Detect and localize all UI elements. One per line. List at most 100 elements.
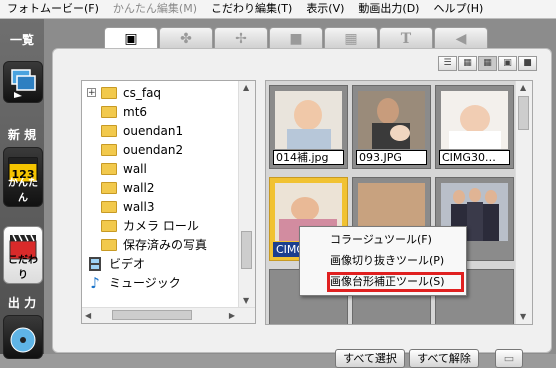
output-button[interactable]	[3, 315, 43, 359]
easy-mode-label: かんたん	[8, 178, 38, 204]
folder-icon	[101, 200, 117, 213]
menu-view[interactable]: 表示(V)	[299, 0, 351, 18]
tree-hscroll-thumb[interactable]	[112, 310, 192, 320]
tree-item-label: カメラ ロール	[123, 219, 199, 233]
grid-icon: ▦	[344, 30, 358, 47]
tree-item-ouendan2[interactable]: ouendan2	[101, 140, 183, 159]
tab-frame[interactable]: ▦	[324, 27, 378, 49]
tree-item-label: wall2	[123, 180, 155, 195]
folder-tree: + cs_faq mt6 ouendan1 ouendan2 wall wall…	[81, 80, 256, 324]
tree-item-ouendan1[interactable]: ouendan1	[101, 121, 183, 140]
baby-photo	[275, 91, 342, 149]
menu-photomovie[interactable]: フォトムービー(F)	[0, 0, 106, 18]
menu-custom-edit[interactable]: こだわり編集(T)	[204, 0, 299, 18]
tree-vertical-scrollbar[interactable]: ▲ ▼	[238, 81, 255, 323]
tree-scroll-thumb[interactable]	[241, 231, 252, 269]
camera-icon: ■	[289, 30, 303, 47]
thumbnail-label: 014補.jpg	[273, 150, 344, 165]
grid-vertical-scrollbar[interactable]: ▲ ▼	[515, 81, 532, 324]
photo-frame-icon: ▣	[124, 30, 138, 47]
medium-grid-view-button[interactable]: ▦	[478, 56, 497, 71]
menu-item-image-crop-tool[interactable]: 画像切り抜きツール(P)	[330, 251, 444, 271]
person-photo	[358, 91, 425, 149]
tree-item-label: ouendan2	[123, 142, 184, 157]
folder-icon	[101, 162, 117, 175]
tree-horizontal-scrollbar[interactable]: ◀ ▶	[82, 307, 255, 323]
tree-item-label: ouendan1	[123, 123, 184, 138]
custom-mode-button[interactable]: こだわり	[3, 226, 43, 284]
context-menu: コラージュツール(F) 画像切り抜きツール(P) 画像台形補正ツール(S)	[299, 226, 467, 296]
scroll-up-icon[interactable]: ▲	[243, 83, 249, 92]
menu-bar: フォトムービー(F) かんたん編集(M) こだわり編集(T) 表示(V) 動画出…	[0, 0, 556, 19]
tree-item-mt6[interactable]: mt6	[101, 102, 147, 121]
text-icon: T	[400, 30, 412, 47]
list-view-button[interactable]: ☰	[438, 56, 457, 71]
folder-icon	[101, 105, 117, 118]
disc-icon	[10, 327, 36, 353]
tree-item-cs-faq[interactable]: + cs_faq	[87, 83, 161, 102]
tree-item-label: wall	[123, 161, 147, 176]
tab-photo[interactable]: ▣	[104, 27, 158, 49]
thumbnail-item[interactable]: 014補.jpg	[269, 85, 348, 169]
tree-item-videos[interactable]: ビデオ	[87, 254, 145, 273]
tree-item-music[interactable]: ♪ ミュージック	[87, 273, 181, 292]
folder-icon	[101, 86, 117, 99]
small-grid-view-button[interactable]: ▦	[458, 56, 477, 71]
custom-mode-label: こだわり	[8, 255, 38, 281]
tree-item-camera-roll[interactable]: カメラ ロール	[101, 216, 199, 235]
menu-video-output[interactable]: 動画出力(D)	[351, 0, 426, 18]
scroll-down-icon[interactable]: ▼	[520, 312, 526, 321]
tree-item-saved-pictures[interactable]: 保存済みの写真	[101, 235, 207, 254]
tab-transition[interactable]: ✢	[214, 27, 268, 49]
folder-icon	[101, 238, 117, 251]
mode-sidebar: 一覧 新 規 123 かんたん こだわり 出 力	[0, 19, 44, 359]
menu-item-collage-tool[interactable]: コラージュツール(F)	[330, 230, 432, 250]
edit-tab-strip: ▣ ✤ ✢ ■ ▦ T ◀	[104, 27, 489, 49]
music-note-icon: ♪	[90, 273, 100, 292]
tree-item-label: 保存済みの写真	[123, 238, 208, 252]
new-label: 新 規	[7, 128, 37, 142]
menu-help[interactable]: ヘルプ(H)	[426, 0, 490, 18]
tab-effect[interactable]: ✤	[159, 27, 213, 49]
main-area: ▣ ✤ ✢ ■ ▦ T ◀ ☰ ▦ ▦ ▣ ■ + cs_faq mt6 oue…	[44, 19, 556, 368]
tree-item-wall[interactable]: wall	[101, 159, 147, 178]
scroll-right-icon[interactable]: ▶	[229, 311, 235, 320]
clover-icon: ✤	[180, 30, 192, 47]
xlarge-grid-view-button[interactable]: ■	[518, 56, 537, 71]
tab-sound[interactable]: ◀	[434, 27, 488, 49]
output-label: 出 力	[7, 296, 37, 310]
speaker-icon: ◀	[455, 30, 467, 47]
folder-icon	[101, 181, 117, 194]
tree-item-label: mt6	[123, 104, 148, 119]
select-all-button[interactable]: すべて選択	[335, 349, 405, 368]
video-icon	[89, 256, 101, 271]
sparkle-icon: ✢	[235, 30, 247, 47]
highlight-box	[327, 272, 464, 292]
scroll-down-icon[interactable]: ▼	[243, 296, 249, 305]
tree-item-label: cs_faq	[123, 85, 162, 100]
deselect-all-button[interactable]: すべて解除	[409, 349, 479, 368]
grid-scroll-thumb[interactable]	[518, 96, 529, 130]
tab-text[interactable]: T	[379, 27, 433, 49]
tree-item-wall3[interactable]: wall3	[101, 197, 154, 216]
easy-mode-button[interactable]: 123 かんたん	[3, 147, 43, 207]
view-mode-buttons: ☰ ▦ ▦ ▣ ■	[438, 56, 537, 71]
overview-button[interactable]	[3, 61, 43, 103]
scroll-left-icon[interactable]: ◀	[85, 311, 91, 320]
scroll-up-icon[interactable]: ▲	[520, 83, 526, 92]
tree-item-label: ミュージック	[109, 276, 181, 290]
tree-item-wall2[interactable]: wall2	[101, 178, 154, 197]
folder-icon	[101, 143, 117, 156]
preview-button[interactable]: ▭	[495, 349, 523, 368]
thumbnail-label: 093.JPG	[356, 150, 427, 165]
slideshow-icon	[11, 69, 36, 98]
folder-icon	[101, 124, 117, 137]
large-grid-view-button[interactable]: ▣	[498, 56, 517, 71]
thumbnail-item[interactable]: 093.JPG	[352, 85, 431, 169]
thumbnail-item[interactable]: CIMG30…	[435, 85, 514, 169]
thumbnail-label: CIMG30…	[439, 150, 510, 165]
tab-video[interactable]: ■	[269, 27, 323, 49]
overview-label: 一覧	[9, 33, 34, 47]
baby-photo	[441, 91, 508, 149]
expand-icon[interactable]: +	[87, 88, 96, 98]
